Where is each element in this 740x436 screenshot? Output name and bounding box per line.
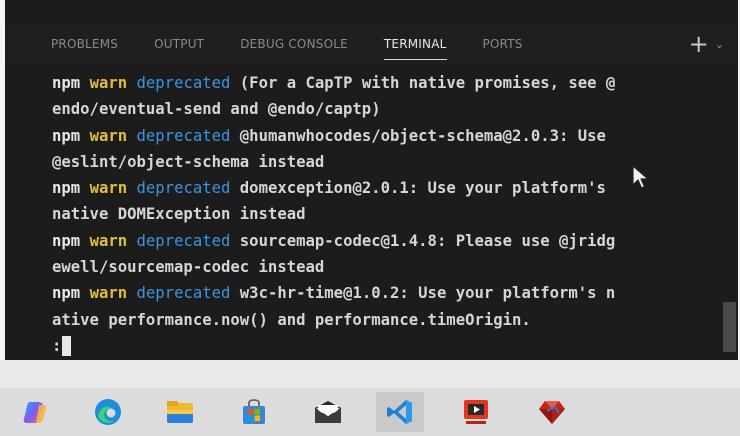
npm-token: npm: [52, 74, 81, 92]
warn-token: warn: [89, 126, 128, 145]
mouse-pointer-icon: [632, 165, 649, 189]
terminal-prompt[interactable]: :: [52, 333, 718, 359]
terminal-cursor: [62, 335, 71, 356]
terminal-line: ative performance.now() and performance.…: [52, 310, 531, 329]
media-app-icon: [464, 400, 488, 424]
tab-problems[interactable]: PROBLEMS: [51, 31, 118, 57]
prompt-glyph: :: [52, 336, 62, 355]
terminal-line: endo/eventual-send and @endo/captp): [52, 100, 381, 119]
terminal-line: npm warn deprecated @humanwhocodes/objec…: [52, 123, 718, 149]
taskbar-copilot[interactable]: [12, 392, 60, 432]
terminal-line-text: w3c-hr-time@1.0.2: Use your platform's n: [230, 284, 616, 303]
panel-actions: + ⌄: [689, 24, 738, 64]
panel-tab-bar: PROBLEMS OUTPUT DEBUG CONSOLE TERMINAL P…: [5, 24, 738, 64]
terminal-line: npm warn deprecated w3c-hr-time@1.0.2: U…: [52, 280, 718, 306]
deprecated-token: deprecated: [136, 231, 231, 250]
tab-ports[interactable]: PORTS: [483, 31, 523, 57]
npm-token: npm: [52, 179, 81, 198]
terminal-output[interactable]: npm warn deprecated (For a CapTP with na…: [52, 70, 718, 359]
status-strip: [0, 360, 740, 388]
terminal-line: native DOMException instead: [52, 205, 306, 224]
deprecated-token: deprecated: [136, 126, 231, 145]
terminal-line: npm warn deprecated (For a CapTP with na…: [52, 70, 718, 96]
taskbar-edge[interactable]: [84, 392, 132, 432]
copilot-icon: [23, 402, 47, 423]
tab-debug-console[interactable]: DEBUG CONSOLE: [240, 31, 348, 57]
terminal-line: npm warn deprecated sourcemap-codec@1.4.…: [52, 228, 718, 254]
vscode-window: PROBLEMS OUTPUT DEBUG CONSOLE TERMINAL P…: [5, 0, 738, 360]
taskbar-file-explorer[interactable]: [156, 392, 204, 432]
npm-token: npm: [52, 126, 81, 145]
file-explorer-icon: [167, 401, 193, 423]
terminal-line: ewell/sourcemap-codec instead: [52, 258, 325, 277]
warn-token: warn: [89, 284, 128, 303]
terminal-line-text: (For a CapTP with native promises, see @: [230, 74, 616, 92]
terminal-scrollbar[interactable]: [723, 302, 736, 352]
taskbar-ruby[interactable]: [528, 392, 576, 432]
terminal-profile-chevron-down-icon[interactable]: ⌄: [715, 38, 724, 51]
terminal-line-text: domexception@2.0.1: Use your platform's: [230, 179, 606, 198]
ruby-icon: [539, 401, 565, 424]
npm-token: npm: [52, 284, 81, 303]
taskbar-mail[interactable]: [304, 392, 352, 432]
terminal-line: npm warn deprecated domexception@2.0.1: …: [52, 175, 718, 201]
warn-token: warn: [89, 179, 128, 198]
deprecated-token: deprecated: [136, 179, 231, 198]
deprecated-token: deprecated: [136, 284, 231, 303]
deprecated-token: deprecated: [136, 74, 231, 92]
edge-icon: [95, 399, 121, 425]
taskbar-vscode[interactable]: [376, 392, 424, 432]
terminal-line-text: sourcemap-codec@1.4.8: Please use @jridg: [230, 231, 616, 250]
terminal-line-text: @humanwhocodes/object-schema@2.0.3: Use: [230, 126, 606, 145]
taskbar-media-app[interactable]: [452, 392, 500, 432]
terminal-line: @eslint/object-schema instead: [52, 152, 325, 171]
warn-token: warn: [89, 74, 128, 92]
new-terminal-plus-icon[interactable]: +: [689, 32, 709, 56]
npm-token: npm: [52, 231, 81, 250]
mail-icon: [314, 401, 342, 423]
tab-terminal[interactable]: TERMINAL: [383, 31, 447, 60]
warn-token: warn: [89, 231, 128, 250]
taskbar-microsoft-store[interactable]: [230, 392, 278, 432]
taskbar: [0, 388, 740, 436]
vscode-icon: [387, 400, 412, 424]
microsoft-store-icon: [243, 399, 265, 424]
tab-output[interactable]: OUTPUT: [154, 31, 204, 57]
